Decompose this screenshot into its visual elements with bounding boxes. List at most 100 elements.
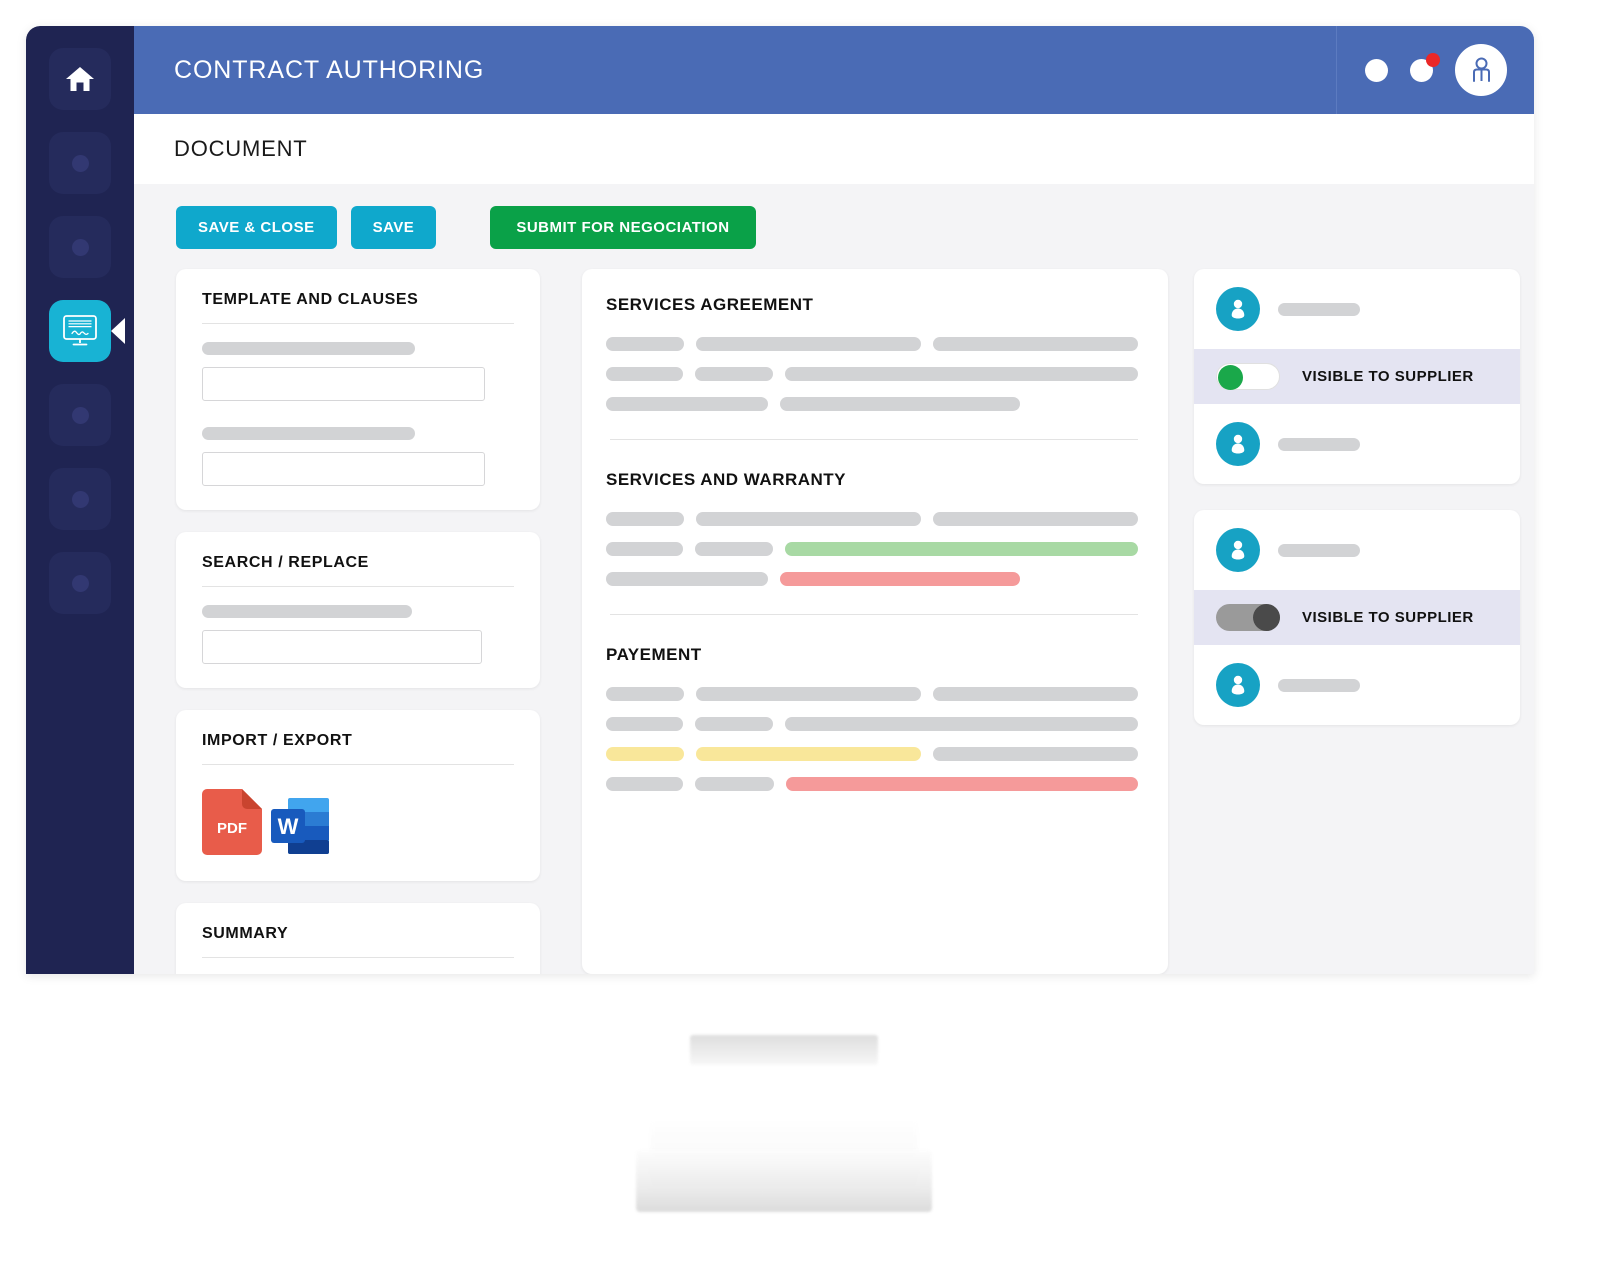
save-and-close-button[interactable]: SAVE & CLOSE bbox=[176, 206, 337, 249]
text-bar bbox=[696, 337, 922, 351]
import-export-icons: PDF W bbox=[202, 783, 514, 857]
summary-title: SUMMARY bbox=[202, 925, 514, 958]
person-name-placeholder bbox=[1278, 437, 1360, 451]
monitor-stand-base bbox=[636, 1150, 932, 1212]
content-columns: TEMPLATE AND CLAUSES SEARCH / REPLACE IM… bbox=[134, 269, 1534, 974]
text-bar bbox=[606, 397, 768, 411]
notification-badge bbox=[1425, 52, 1440, 67]
word-export-button[interactable]: W bbox=[270, 795, 332, 857]
dot-placeholder-icon bbox=[71, 574, 89, 592]
text-bar-highlighted bbox=[695, 747, 922, 761]
sidebar-item-nav-5[interactable] bbox=[49, 384, 111, 446]
pdf-export-button[interactable]: PDF bbox=[202, 789, 262, 855]
text-bar bbox=[606, 542, 683, 556]
user-avatar-icon bbox=[1472, 57, 1490, 82]
document-text-line bbox=[606, 512, 1138, 526]
document-text-line bbox=[606, 777, 1138, 791]
left-tools-column: TEMPLATE AND CLAUSES SEARCH / REPLACE IM… bbox=[134, 269, 564, 974]
person-icon bbox=[1231, 299, 1245, 319]
visibility-card-1: VISIBLE TO SUPPLIER bbox=[1194, 269, 1520, 484]
template-field-2[interactable] bbox=[202, 452, 485, 486]
field-label-placeholder bbox=[202, 342, 415, 355]
page-header: DOCUMENT bbox=[134, 114, 1534, 184]
visible-to-supplier-toggle[interactable] bbox=[1216, 604, 1280, 631]
visible-to-supplier-row[interactable]: VISIBLE TO SUPPLIER bbox=[1194, 349, 1520, 404]
app-window: CONTRACT AUTHORING DOCUMENT SAVE & CLOSE… bbox=[26, 26, 1534, 974]
text-bar bbox=[694, 367, 774, 381]
field-label-placeholder bbox=[202, 427, 415, 440]
section-divider bbox=[610, 439, 1138, 440]
sidebar-item-nav-2[interactable] bbox=[49, 132, 111, 194]
sidebar-item-nav-7[interactable] bbox=[49, 552, 111, 614]
save-button[interactable]: SAVE bbox=[350, 206, 437, 249]
document-text-line bbox=[606, 747, 1138, 761]
text-bar bbox=[606, 512, 684, 526]
text-bar bbox=[695, 777, 775, 791]
person-row bbox=[1194, 510, 1520, 590]
text-bar bbox=[933, 337, 1139, 351]
text-bar-deleted bbox=[780, 572, 1020, 586]
search-replace-input[interactable] bbox=[202, 630, 482, 664]
home-icon bbox=[66, 67, 94, 91]
person-row bbox=[1194, 404, 1520, 484]
document-editor-panel: SERVICES AGREEMENT SERVICES AND WARRANTY… bbox=[582, 269, 1168, 974]
person-avatar bbox=[1216, 287, 1260, 331]
monitor-stand-neck bbox=[690, 1035, 878, 1065]
submit-for-negociation-button[interactable]: SUBMIT FOR NEGOCIATION bbox=[490, 206, 756, 249]
template-field-1[interactable] bbox=[202, 367, 485, 401]
visible-to-supplier-label: VISIBLE TO SUPPLIER bbox=[1302, 609, 1474, 626]
text-bar bbox=[606, 777, 684, 791]
person-icon bbox=[1231, 540, 1245, 560]
template-and-clauses-panel: TEMPLATE AND CLAUSES bbox=[176, 269, 540, 510]
notification-circle-icon[interactable] bbox=[1409, 52, 1440, 82]
app-title: CONTRACT AUTHORING bbox=[174, 55, 485, 84]
person-name-placeholder bbox=[1278, 543, 1360, 557]
document-text-line bbox=[606, 542, 1138, 556]
pdf-icon: PDF bbox=[202, 789, 262, 855]
summary-panel: SUMMARY bbox=[176, 903, 540, 974]
visible-to-supplier-row[interactable]: VISIBLE TO SUPPLIER bbox=[1194, 590, 1520, 645]
text-bar bbox=[694, 717, 774, 731]
text-bar bbox=[606, 572, 768, 586]
text-bar bbox=[606, 367, 683, 381]
text-bar bbox=[606, 337, 685, 351]
sidebar-item-home[interactable] bbox=[49, 48, 111, 110]
header-actions bbox=[1336, 26, 1534, 114]
user-avatar[interactable] bbox=[1454, 44, 1507, 96]
text-bar bbox=[606, 717, 683, 731]
text-bar bbox=[695, 512, 922, 526]
section-title-payement: PAYEMENT bbox=[606, 645, 702, 664]
screenshot-stage: CONTRACT AUTHORING DOCUMENT SAVE & CLOSE… bbox=[0, 0, 1600, 1264]
sidebar-item-contract-authoring[interactable] bbox=[49, 300, 125, 362]
visible-to-supplier-toggle[interactable] bbox=[1216, 363, 1280, 390]
text-bar bbox=[785, 717, 1138, 731]
sidebar-item-nav-3[interactable] bbox=[49, 216, 111, 278]
field-label-placeholder bbox=[202, 605, 412, 618]
pdf-label: PDF bbox=[217, 820, 247, 837]
text-bar bbox=[785, 367, 1138, 381]
section-divider bbox=[610, 614, 1138, 615]
app-header: CONTRACT AUTHORING bbox=[134, 26, 1534, 114]
toggle-knob bbox=[1218, 365, 1243, 390]
person-name-placeholder bbox=[1278, 302, 1360, 316]
document-text-line bbox=[606, 717, 1138, 731]
header-circle-icon[interactable] bbox=[1364, 58, 1388, 82]
search-replace-title: SEARCH / REPLACE bbox=[202, 554, 514, 587]
person-name-placeholder bbox=[1278, 678, 1360, 692]
sidebar-item-nav-6[interactable] bbox=[49, 468, 111, 530]
dot-placeholder-icon bbox=[71, 154, 89, 172]
text-bar-highlighted bbox=[606, 747, 684, 761]
person-row bbox=[1194, 269, 1520, 349]
template-and-clauses-title: TEMPLATE AND CLAUSES bbox=[202, 291, 514, 324]
section-title-services-and-warranty: SERVICES AND WARRANTY bbox=[606, 470, 847, 489]
document-text-line bbox=[606, 337, 1139, 351]
person-avatar bbox=[1216, 663, 1260, 707]
document-text-line bbox=[606, 397, 1138, 411]
person-avatar bbox=[1216, 422, 1260, 466]
word-icon: W bbox=[271, 798, 329, 854]
document-text-line bbox=[606, 687, 1138, 701]
dot-placeholder-icon bbox=[71, 406, 89, 424]
section-title-services-agreement: SERVICES AGREEMENT bbox=[606, 295, 814, 314]
document-text-line bbox=[606, 572, 1138, 586]
